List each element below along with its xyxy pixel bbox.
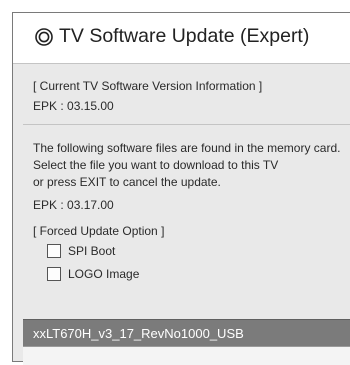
forced-update-header: [ Forced Update Option ] xyxy=(33,224,165,238)
spi-boot-label: SPI Boot xyxy=(68,244,116,258)
update-dialog: TV Software Update (Expert) [ Current TV… xyxy=(12,12,350,365)
current-version-header: [ Current TV Software Version Informatio… xyxy=(33,79,263,93)
circled-ring-icon xyxy=(35,28,53,46)
found-files-text-line2: Select the file you want to download to … xyxy=(33,158,279,172)
dialog-title-bar: TV Software Update (Expert) xyxy=(13,13,350,64)
file-name: xxLT670H_v3_17_RevNo1000_USB xyxy=(33,325,244,341)
current-version-value: EPK : 03.15.00 xyxy=(33,99,114,113)
found-files-text-line3: or press EXIT to cancel the update. xyxy=(33,175,221,189)
section-divider xyxy=(23,124,350,125)
file-list-item[interactable] xyxy=(23,346,350,365)
logo-image-label: LOGO Image xyxy=(68,267,140,281)
file-list-item-selected[interactable]: xxLT670H_v3_17_RevNo1000_USB xyxy=(23,319,350,347)
spi-boot-checkbox[interactable] xyxy=(47,244,61,258)
spi-boot-option[interactable]: SPI Boot xyxy=(47,242,115,260)
found-files-text-line1: The following software files are found i… xyxy=(33,141,341,155)
dialog-title: TV Software Update (Expert) xyxy=(59,25,310,47)
logo-image-checkbox[interactable] xyxy=(47,267,61,281)
logo-image-option[interactable]: LOGO Image xyxy=(47,265,139,283)
found-version-value: EPK : 03.17.00 xyxy=(33,198,114,212)
